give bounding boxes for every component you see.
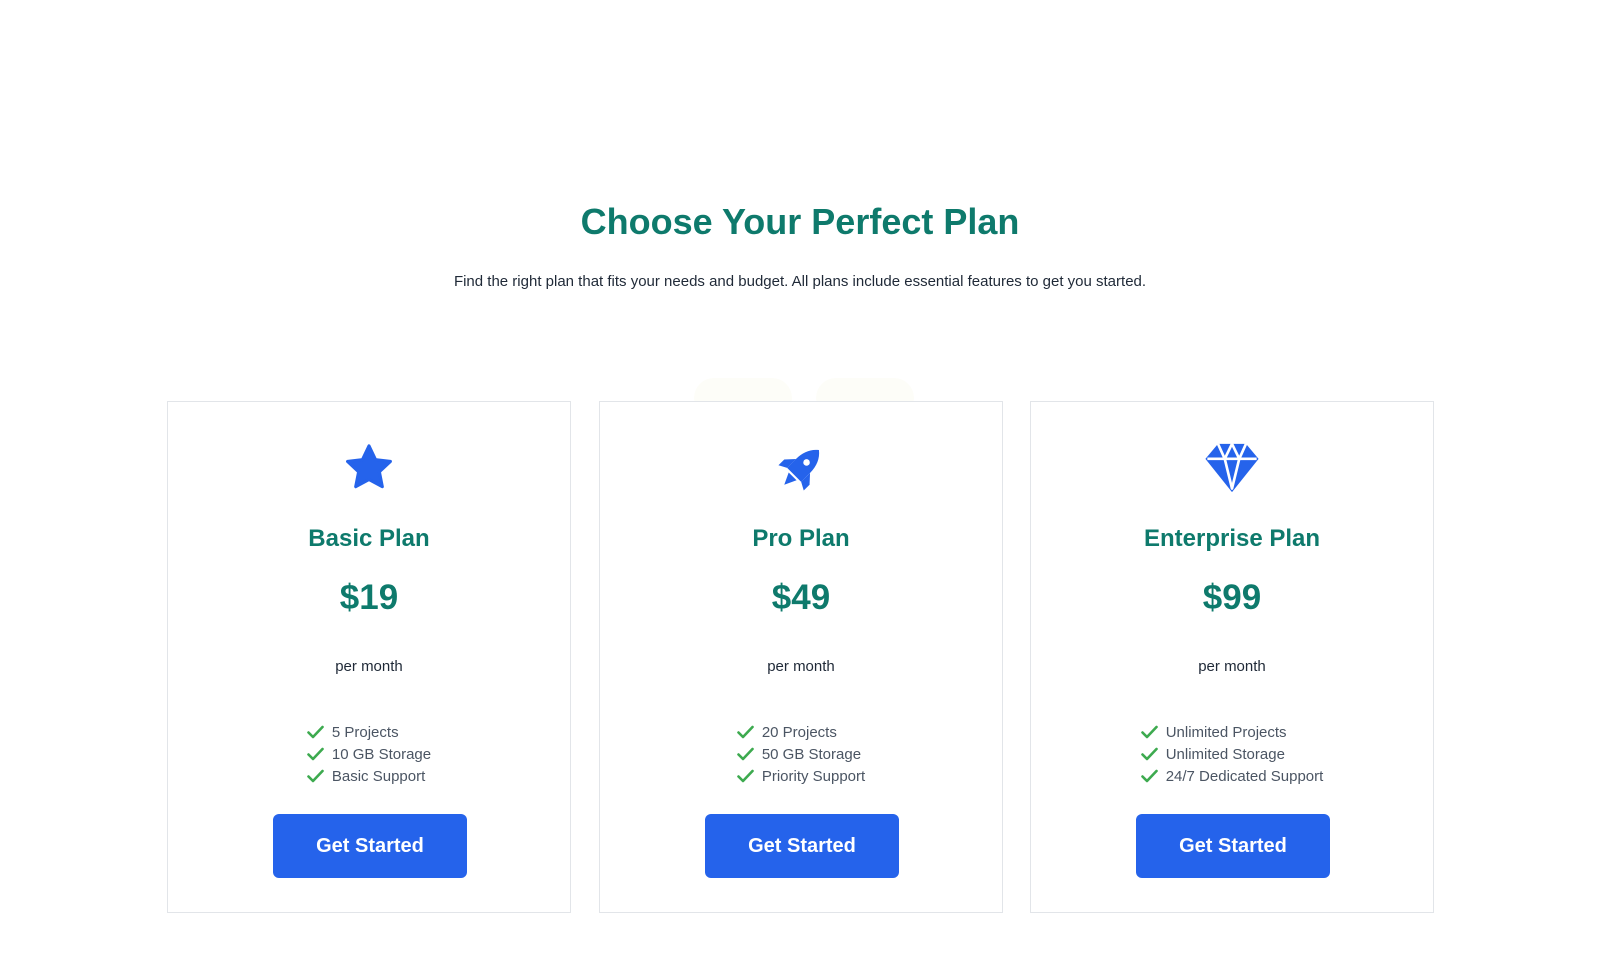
feature-label: 24/7 Dedicated Support — [1165, 767, 1324, 785]
feature-item: Priority Support — [737, 765, 865, 787]
feature-label: Unlimited Projects — [1165, 723, 1287, 741]
feature-label: 5 Projects — [331, 723, 399, 741]
pricing-card-enterprise: Enterprise Plan $99 per month Unlimited … — [1030, 401, 1434, 913]
plan-name: Basic Plan — [308, 525, 430, 552]
feature-item: Unlimited Storage — [1140, 743, 1324, 765]
check-icon — [307, 769, 324, 783]
plan-price: $49 — [771, 578, 831, 617]
feature-item: Basic Support — [307, 765, 431, 787]
plan-name: Enterprise Plan — [1143, 525, 1321, 552]
page-subtitle: Find the right plan that fits your needs… — [453, 273, 1147, 290]
check-icon — [307, 747, 324, 761]
feature-list: 20 Projects 50 GB Storage Priority Suppo… — [600, 721, 1002, 787]
check-icon — [737, 747, 754, 761]
plan-period: per month — [767, 658, 835, 675]
check-icon — [737, 725, 754, 739]
feature-list: Unlimited Projects Unlimited Storage 24/… — [1031, 721, 1433, 787]
feature-label: 20 Projects — [761, 723, 837, 741]
check-icon — [1140, 747, 1158, 761]
plan-price: $99 — [1202, 578, 1262, 617]
plan-price: $19 — [339, 578, 399, 617]
feature-label: Basic Support — [331, 767, 426, 785]
check-icon — [307, 725, 324, 739]
rocket-icon — [600, 438, 1002, 498]
plan-name: Pro Plan — [752, 525, 850, 552]
feature-item: 10 GB Storage — [307, 743, 431, 765]
feature-item: Unlimited Projects — [1140, 721, 1324, 743]
check-icon — [1140, 725, 1158, 739]
pricing-page: Choose Your Perfect Plan Find the right … — [0, 0, 1600, 978]
feature-item: 24/7 Dedicated Support — [1140, 765, 1324, 787]
star-icon — [168, 438, 570, 498]
feature-list: 5 Projects 10 GB Storage Basic Support — [168, 721, 570, 787]
get-started-button-pro[interactable]: Get Started — [705, 814, 899, 878]
feature-item: 50 GB Storage — [737, 743, 865, 765]
feature-label: 10 GB Storage — [331, 745, 432, 763]
check-icon — [1140, 769, 1158, 783]
get-started-button-basic[interactable]: Get Started — [273, 814, 467, 878]
feature-item: 5 Projects — [307, 721, 431, 743]
feature-label: 50 GB Storage — [761, 745, 862, 763]
get-started-button-enterprise[interactable]: Get Started — [1136, 814, 1330, 878]
check-icon — [737, 769, 754, 783]
pricing-card-pro: Pro Plan $49 per month 20 Projects 50 GB… — [599, 401, 1003, 913]
page-title: Choose Your Perfect Plan — [580, 201, 1020, 242]
pricing-card-basic: Basic Plan $19 per month 5 Projects 10 G… — [167, 401, 571, 913]
plan-period: per month — [335, 658, 403, 675]
plan-period: per month — [1198, 658, 1266, 675]
feature-label: Unlimited Storage — [1165, 745, 1285, 763]
diamond-icon — [1031, 438, 1433, 498]
feature-item: 20 Projects — [737, 721, 865, 743]
feature-label: Priority Support — [761, 767, 866, 785]
